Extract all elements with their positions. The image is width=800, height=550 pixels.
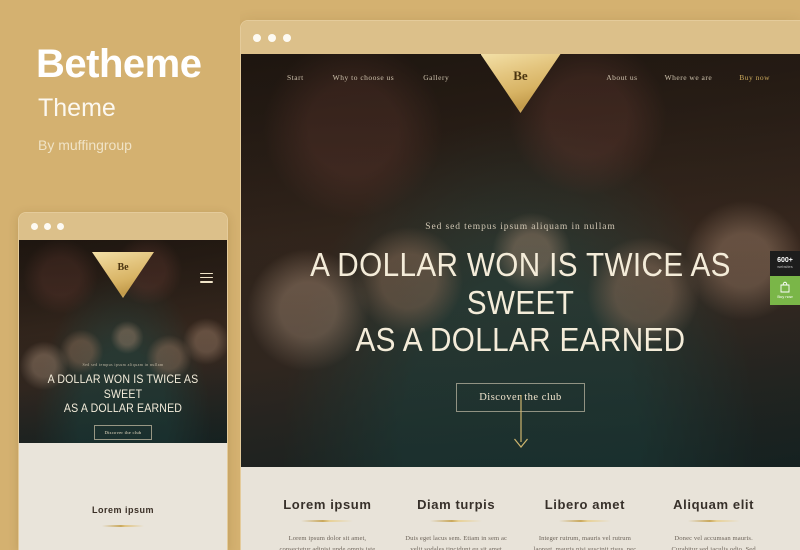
- nav-group-right: About us Where we are Buy now: [606, 73, 770, 82]
- logo-label: Be: [117, 262, 129, 273]
- window-dot-close[interactable]: [31, 223, 38, 230]
- window-dot-maximize[interactable]: [283, 33, 291, 42]
- hero-text-block: Sed sed tempus ipsum aliquam in nullam A…: [241, 222, 800, 412]
- page-subtitle: Theme: [38, 94, 116, 122]
- mobile-hero-heading: A DOLLAR WON IS TWICE AS SWEET AS A DOLL…: [39, 372, 208, 416]
- window-dot-maximize[interactable]: [57, 223, 64, 230]
- side-badges: 600+ websites Buy now: [770, 251, 800, 305]
- hamburger-bar: [200, 272, 213, 275]
- nav-item-gallery[interactable]: Gallery: [423, 73, 449, 82]
- mobile-feature-divider: [102, 525, 144, 527]
- mobile-site-logo[interactable]: Be: [92, 252, 154, 298]
- site-logo[interactable]: Be: [480, 54, 561, 113]
- mobile-hero-section: Be Sed sed tempus ipsum aliquam in nulla…: [19, 240, 227, 443]
- mobile-body: Be Sed sed tempus ipsum aliquam in nulla…: [19, 240, 227, 550]
- mobile-features-section: Lorem ipsum: [19, 443, 227, 550]
- triangle-logo-icon: Be: [480, 54, 561, 113]
- sites-count-number: 600+: [777, 257, 793, 264]
- mobile-hero-heading-line-2: AS A DOLLAR EARNED: [63, 401, 183, 416]
- desktop-window-chrome: [241, 21, 800, 54]
- buy-now-badge-label: Buy now: [777, 294, 793, 300]
- feature-text: Integer rutrum, mauris vel rutrum laoree…: [533, 535, 637, 550]
- window-dot-minimize[interactable]: [268, 33, 276, 42]
- window-dot-minimize[interactable]: [44, 223, 51, 230]
- nav-item-about-us[interactable]: About us: [606, 73, 637, 82]
- nav-item-why-to-choose-us[interactable]: Why to choose us: [333, 73, 395, 82]
- feature-title: Diam turpis: [417, 497, 496, 512]
- author-byline: By muffingroup: [38, 137, 132, 153]
- feature-columns: Lorem ipsum Lorem ipsum dolor sit amet, …: [241, 467, 800, 550]
- feature-column: Diam turpis Duis eget lacus sem. Etiam i…: [392, 497, 521, 550]
- hamburger-bar: [200, 280, 213, 283]
- feature-title: Lorem ipsum: [283, 497, 372, 512]
- window-dot-close[interactable]: [253, 33, 261, 42]
- page-title: Betheme: [36, 42, 202, 86]
- nav-group-left: Start Why to choose us Gallery: [287, 73, 449, 82]
- feature-text: Donec vel accumsan mauris. Curabitur sed…: [671, 535, 756, 550]
- feature-text: Duis eget lacus sem. Etiam in sem ac vel…: [405, 535, 507, 550]
- feature-divider: [430, 520, 483, 522]
- feature-divider: [687, 520, 740, 522]
- buy-now-badge[interactable]: Buy now: [770, 276, 800, 305]
- feature-divider: [301, 520, 354, 522]
- hamburger-bar: [200, 276, 213, 279]
- sites-count-label: websites: [777, 264, 793, 270]
- sites-count-badge[interactable]: 600+ websites: [770, 251, 800, 277]
- feature-title: Aliquam elit: [673, 497, 755, 512]
- shopping-bag-icon: [780, 282, 790, 293]
- hero-heading: A DOLLAR WON IS TWICE AS SWEET AS A DOLL…: [269, 246, 772, 359]
- nav-item-where-we-are[interactable]: Where we are: [665, 73, 713, 82]
- feature-column: Aliquam elit Donec vel accumsan mauris. …: [649, 497, 778, 550]
- mobile-hero-pretitle: Sed sed tempus ipsum aliquam in nullam: [82, 362, 164, 367]
- mobile-hero-heading-line-1: A DOLLAR WON IS TWICE AS SWEET: [47, 372, 199, 401]
- hero-heading-line-1: A DOLLAR WON IS TWICE AS SWEET: [310, 246, 731, 321]
- nav-item-start[interactable]: Start: [287, 73, 304, 82]
- features-section: Lorem ipsum Lorem ipsum dolor sit amet, …: [241, 467, 800, 550]
- mobile-hero-text-block: Sed sed tempus ipsum aliquam in nullam A…: [19, 362, 227, 440]
- feature-title: Libero amet: [544, 497, 626, 512]
- feature-divider: [558, 520, 611, 522]
- scroll-down-arrow-icon[interactable]: [512, 395, 530, 449]
- mobile-feature-title: Lorem ipsum: [91, 505, 154, 515]
- hamburger-menu-icon[interactable]: [200, 270, 213, 285]
- hero-section: Start Why to choose us Gallery About us …: [241, 54, 800, 467]
- mobile-preview-window[interactable]: Be Sed sed tempus ipsum aliquam in nulla…: [18, 212, 228, 550]
- triangle-logo-icon: Be: [92, 252, 154, 298]
- hero-heading-line-2: AS A DOLLAR EARNED: [355, 321, 686, 359]
- mobile-window-chrome: [19, 213, 227, 240]
- hero-pretitle: Sed sed tempus ipsum aliquam in nullam: [425, 222, 616, 232]
- feature-text: Lorem ipsum dolor sit amet, consectetur …: [279, 535, 376, 550]
- desktop-preview-window[interactable]: Start Why to choose us Gallery About us …: [240, 20, 800, 550]
- nav-item-buy-now[interactable]: Buy now: [739, 73, 770, 82]
- logo-label: Be: [513, 68, 528, 83]
- feature-column: Lorem ipsum Lorem ipsum dolor sit amet, …: [263, 497, 392, 550]
- mobile-discover-the-club-button[interactable]: Discover the club: [93, 424, 153, 440]
- feature-column: Libero amet Integer rutrum, mauris vel r…: [521, 497, 650, 550]
